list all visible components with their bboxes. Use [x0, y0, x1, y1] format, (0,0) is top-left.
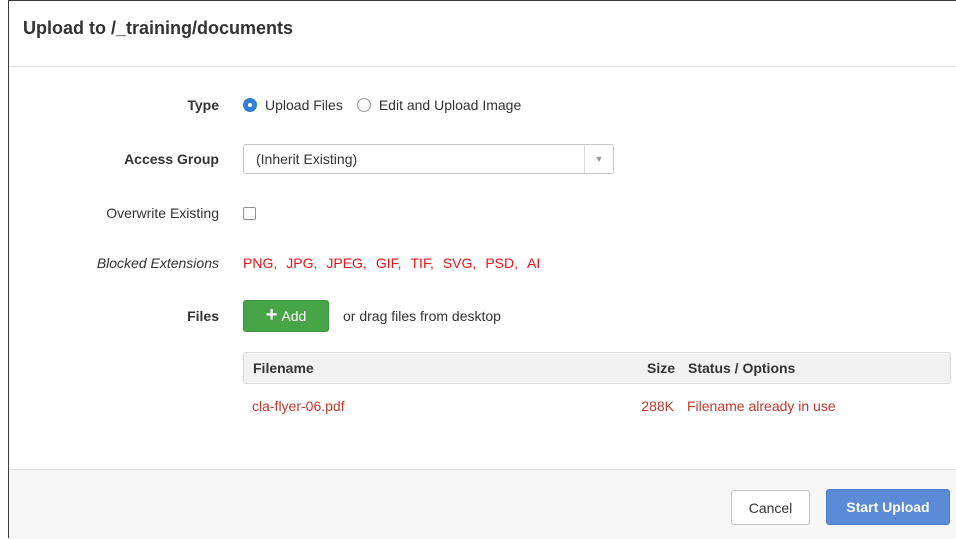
file-name-cell: cla-flyer-06.pdf	[252, 398, 345, 414]
files-row: Files + Add or drag files from desktop	[9, 299, 956, 333]
overwrite-existing-label: Overwrite Existing	[106, 205, 219, 221]
blocked-extension: AI	[527, 255, 541, 271]
blocked-extension: PSD,	[485, 255, 518, 271]
blocked-extension: JPEG,	[326, 255, 367, 271]
filename-column-header: Filename	[253, 360, 314, 376]
upload-files-radio[interactable]	[243, 98, 257, 112]
access-group-select[interactable]: (Inherit Existing) ▼	[243, 144, 614, 174]
add-file-button-label: Add	[281, 308, 307, 324]
file-status-cell: Filename already in use	[687, 398, 836, 414]
access-group-label: Access Group	[124, 151, 219, 167]
access-group-row: Access Group (Inherit Existing) ▼	[9, 143, 956, 175]
plus-icon: +	[265, 304, 278, 326]
overwrite-row: Overwrite Existing	[9, 199, 956, 227]
blocked-extension: SVG,	[442, 255, 477, 271]
access-group-selected-value: (Inherit Existing)	[256, 151, 358, 167]
upload-dialog: Upload to /_training/documents Type Uplo…	[8, 0, 956, 539]
upload-files-radio-label[interactable]: Upload Files	[265, 97, 343, 113]
blocked-extension: GIF,	[375, 255, 402, 271]
files-table-header: Filename Size Status / Options	[243, 352, 951, 384]
files-table: Filename Size Status / Options cla-flyer…	[243, 352, 951, 428]
type-row: Type Upload Files Edit and Upload Image	[9, 91, 956, 119]
type-radio-group: Upload Files Edit and Upload Image	[243, 97, 535, 113]
size-column-header: Size	[646, 360, 675, 376]
dialog-title: Upload to /_training/documents	[23, 18, 294, 38]
status-column-header: Status / Options	[688, 360, 796, 376]
chevron-down-icon[interactable]: ▼	[584, 145, 613, 173]
overwrite-existing-checkbox[interactable]	[243, 206, 256, 220]
edit-upload-image-radio[interactable]	[356, 98, 371, 112]
blocked-extension: TIF,	[410, 255, 434, 271]
edit-upload-image-radio-label[interactable]: Edit and Upload Image	[379, 97, 521, 113]
type-label: Type	[187, 97, 219, 113]
table-row: cla-flyer-06.pdf 288K Filename already i…	[243, 384, 951, 428]
dialog-footer: Cancel Start Upload	[9, 469, 956, 539]
blocked-extensions-label: Blocked Extensions	[96, 255, 219, 271]
blocked-extensions-row: Blocked Extensions PNG, JPG, JPEG, GIF, …	[9, 249, 956, 277]
blocked-extension: JPG,	[286, 255, 318, 271]
drag-files-hint: or drag files from desktop	[343, 308, 501, 324]
files-label: Files	[187, 308, 219, 324]
blocked-extensions-list: PNG, JPG, JPEG, GIF, TIF, SVG, PSD, AI	[243, 255, 549, 271]
blocked-extension: PNG,	[243, 255, 278, 271]
dialog-body: Type Upload Files Edit and Upload Image …	[9, 67, 956, 469]
cancel-button[interactable]: Cancel	[731, 490, 810, 525]
add-file-button[interactable]: + Add	[243, 300, 329, 332]
start-upload-button[interactable]: Start Upload	[826, 489, 950, 525]
dialog-header: Upload to /_training/documents	[9, 1, 956, 67]
file-size-cell: 288K	[641, 398, 674, 414]
